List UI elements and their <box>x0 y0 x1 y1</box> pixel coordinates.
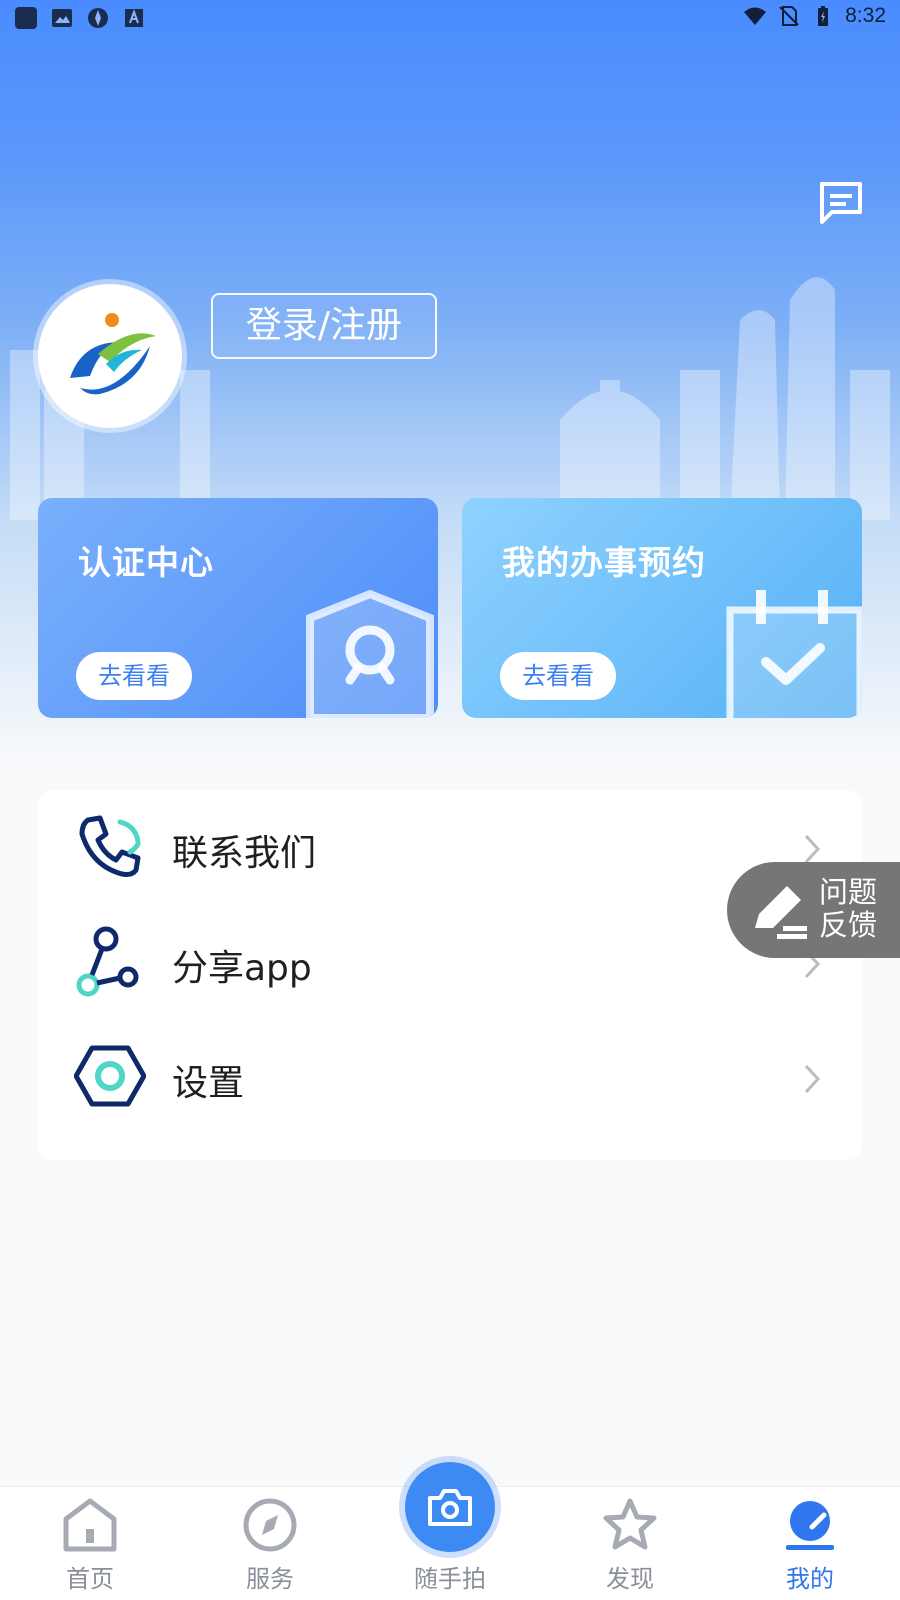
status-time: 8:32 <box>845 4 886 27</box>
tab-discover[interactable]: 发现 <box>540 1487 720 1600</box>
nav-label: 我的 <box>786 1565 834 1593</box>
feedback-label-line1: 问题 <box>819 875 878 909</box>
chevron-right-icon <box>804 834 821 864</box>
chevron-right-icon <box>804 1064 821 1094</box>
phone-icon <box>79 815 141 877</box>
profile-icon <box>786 1501 834 1550</box>
font-icon <box>125 9 143 27</box>
shield-icon <box>306 589 434 718</box>
wifi-icon <box>744 7 767 25</box>
compass-icon <box>243 1498 297 1552</box>
card-title: 我的办事预约 <box>502 543 706 582</box>
login-register-button[interactable]: 登录/注册 <box>211 293 437 359</box>
star-icon <box>603 1498 657 1550</box>
status-bar: 8:32 <box>0 0 900 36</box>
menu-item-label: 联系我们 <box>172 833 317 874</box>
avatar[interactable] <box>38 284 182 428</box>
feedback-label-line2: 反馈 <box>819 908 878 942</box>
menu-item-label: 分享app <box>172 948 312 989</box>
tab-services[interactable]: 服务 <box>180 1487 360 1600</box>
app-square-icon <box>15 7 37 29</box>
view-button[interactable]: 去看看 <box>500 652 616 700</box>
no-sim-icon <box>779 6 799 26</box>
menu-item-label: 设置 <box>172 1063 245 1104</box>
vpn-icon <box>88 8 108 28</box>
feedback-floating-button[interactable]: 问题 反馈 <box>727 862 900 958</box>
app-logo <box>70 313 156 395</box>
image-icon <box>52 9 72 27</box>
nav-label: 随手拍 <box>414 1565 486 1593</box>
settings-menu: 联系我们 分享app 设置 <box>38 790 862 1160</box>
nav-label: 服务 <box>246 1565 294 1593</box>
share-icon <box>76 926 139 997</box>
tab-mine[interactable]: 我的 <box>720 1487 900 1600</box>
nav-label: 发现 <box>606 1565 654 1593</box>
message-icon[interactable] <box>818 180 864 226</box>
auth-center-card[interactable]: 认证中心 去看看 <box>38 498 438 718</box>
camera-button[interactable] <box>405 1462 495 1552</box>
nav-label: 首页 <box>66 1565 114 1593</box>
home-icon <box>63 1498 117 1552</box>
card-title: 认证中心 <box>78 543 214 582</box>
calendar-check-icon <box>726 590 862 718</box>
edit-icon <box>755 886 807 939</box>
menu-item-settings[interactable]: 设置 <box>38 1020 862 1135</box>
feedback-label: 问题 反馈 <box>819 876 877 942</box>
settings-icon <box>74 1045 146 1107</box>
view-button[interactable]: 去看看 <box>76 652 192 700</box>
appointment-card[interactable]: 我的办事预约 去看看 <box>462 498 862 718</box>
camera-icon <box>428 1489 472 1526</box>
tab-home[interactable]: 首页 <box>0 1487 180 1600</box>
battery-icon <box>818 6 829 26</box>
